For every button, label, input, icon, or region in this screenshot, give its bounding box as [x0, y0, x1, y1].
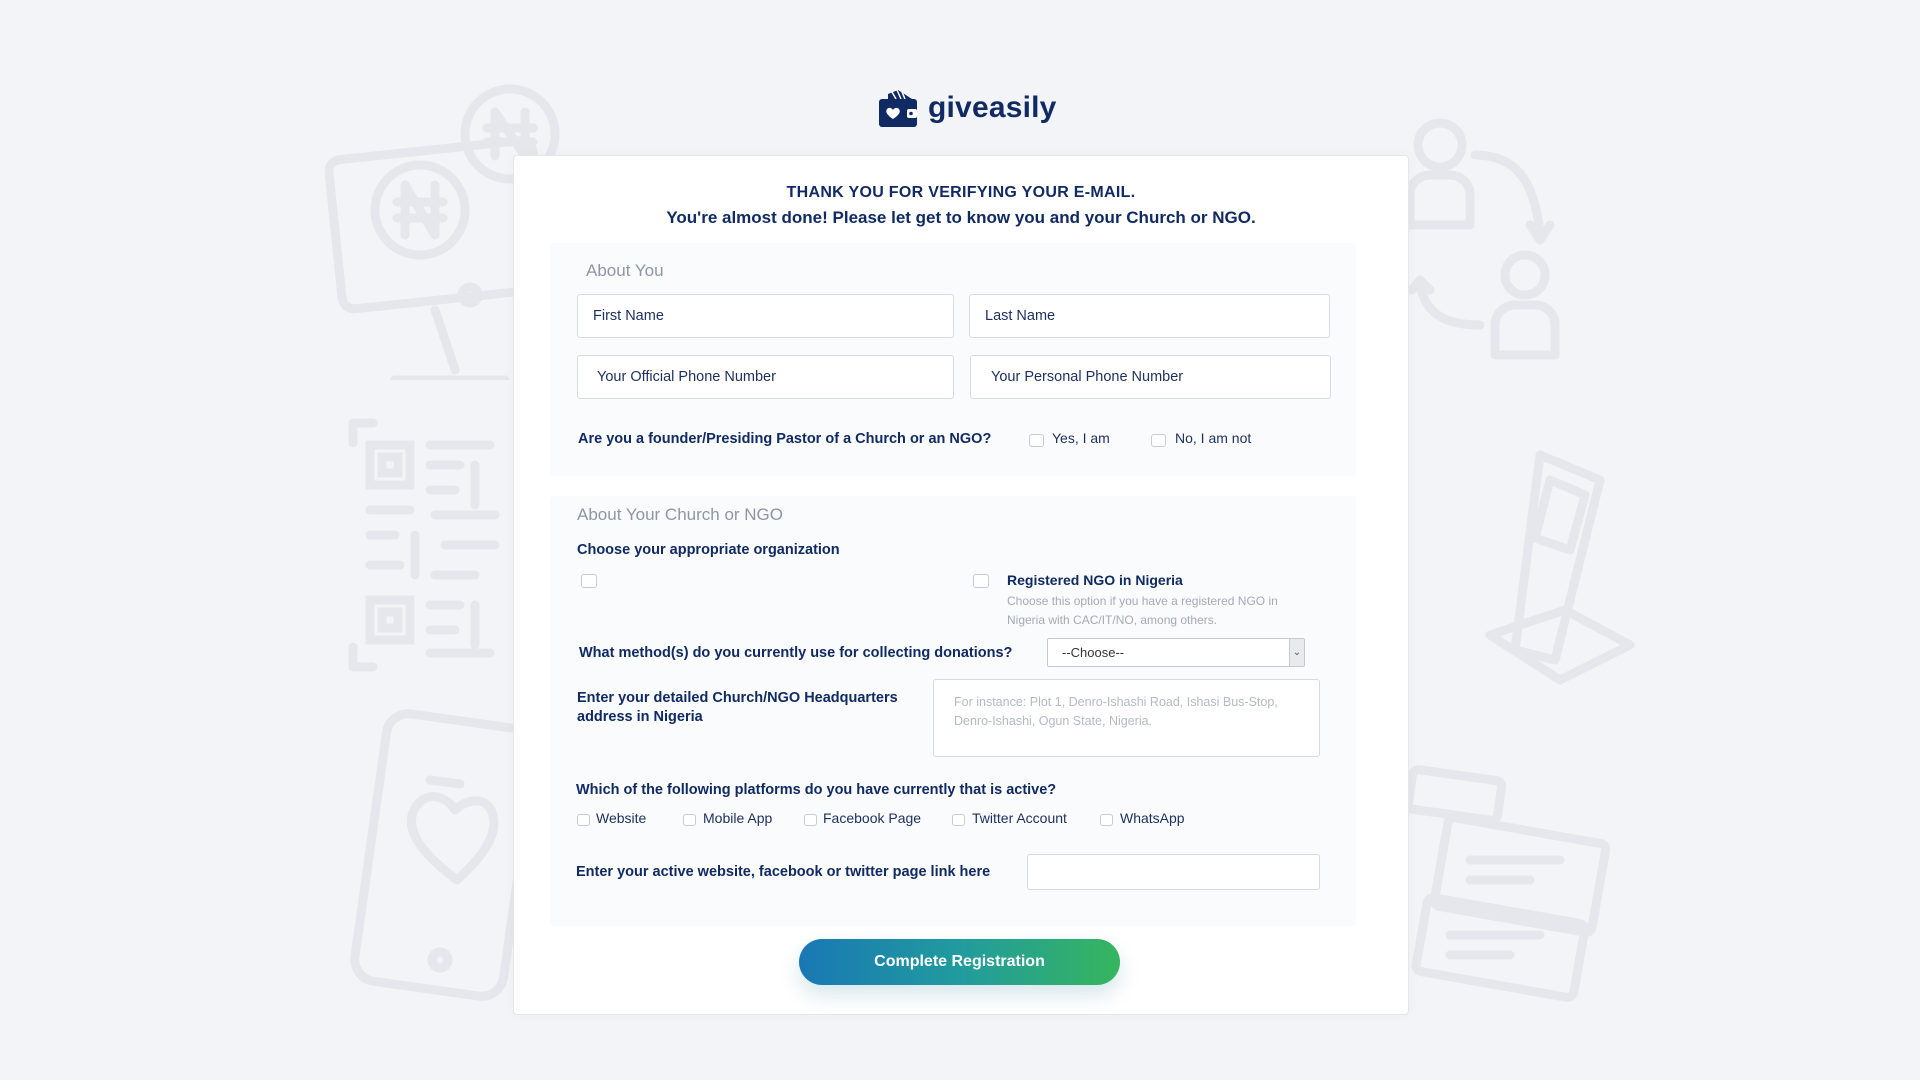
- church-option-checkbox[interactable]: [581, 574, 597, 588]
- address-textarea[interactable]: For instance: Plot 1, Denro-Ishashi Road…: [933, 679, 1320, 757]
- ngo-option-hint: Choose this option if you have a registe…: [1007, 594, 1278, 627]
- users-transfer-icon: [1405, 118, 1560, 360]
- about-you-section: About You First Name Last Name Your Offi…: [550, 243, 1356, 476]
- registration-card: THANK YOU FOR VERIFYING YOUR E-MAIL. You…: [513, 155, 1409, 1015]
- platform-facebook-checkbox[interactable]: [804, 814, 817, 826]
- ngo-option-checkbox[interactable]: [973, 574, 989, 588]
- receipt-icon: [1395, 765, 1611, 1005]
- platform-website-label[interactable]: Website: [596, 810, 646, 826]
- founder-yes-label[interactable]: Yes, I am: [1052, 430, 1110, 446]
- founder-question: Are you a founder/Presiding Pastor of a …: [578, 431, 992, 447]
- qr-code-icon: [348, 418, 500, 672]
- official-phone-input[interactable]: Your Official Phone Number: [577, 355, 954, 399]
- donation-method-select[interactable]: --Choose-- ⌄: [1047, 638, 1305, 667]
- last-name-input[interactable]: Last Name: [969, 294, 1330, 338]
- platform-whatsapp-checkbox[interactable]: [1100, 814, 1113, 826]
- thank-you-heading: THANK YOU FOR VERIFYING YOUR E-MAIL.: [786, 184, 1136, 201]
- about-org-section: About Your Church or NGO Choose your app…: [550, 496, 1356, 926]
- page-link-input[interactable]: [1027, 854, 1320, 890]
- platform-mobile-app-checkbox[interactable]: [683, 814, 696, 826]
- founder-no-checkbox[interactable]: [1151, 434, 1166, 447]
- platform-twitter-checkbox[interactable]: [952, 814, 965, 826]
- address-label: Enter your detailed Church/NGO Headquart…: [577, 690, 898, 725]
- complete-registration-button[interactable]: Complete Registration: [799, 939, 1120, 985]
- brand-name: giveasily: [928, 91, 1057, 124]
- founder-yes-checkbox[interactable]: [1029, 434, 1044, 447]
- platform-whatsapp-label[interactable]: WhatsApp: [1120, 810, 1185, 826]
- first-name-input[interactable]: First Name: [577, 294, 954, 338]
- phone-heart-icon: [350, 709, 535, 1001]
- platform-mobile-app-label[interactable]: Mobile App: [703, 810, 772, 826]
- chevron-down-icon[interactable]: ⌄: [1289, 639, 1304, 666]
- platforms-question: Which of the following platforms do you …: [576, 782, 1057, 798]
- platform-website-checkbox[interactable]: [577, 814, 590, 826]
- kiosk-icon: [1485, 450, 1635, 685]
- brand[interactable]: giveasily: [878, 88, 1057, 128]
- choose-org-label: Choose your appropriate organization: [577, 542, 840, 558]
- platform-facebook-label[interactable]: Facebook Page: [823, 810, 921, 826]
- almost-done-subheading: You're almost done! Please let get to kn…: [666, 208, 1256, 227]
- platform-twitter-label[interactable]: Twitter Account: [972, 810, 1067, 826]
- personal-phone-input[interactable]: Your Personal Phone Number: [970, 355, 1331, 399]
- ngo-option-title[interactable]: Registered NGO in Nigeria: [1007, 572, 1183, 588]
- about-org-title: About Your Church or NGO: [577, 505, 784, 524]
- donation-method-value: --Choose--: [1062, 645, 1125, 660]
- founder-no-label[interactable]: No, I am not: [1175, 430, 1251, 446]
- about-you-title: About You: [586, 261, 664, 280]
- donation-method-question: What method(s) do you currently use for …: [579, 645, 1013, 661]
- link-label: Enter your active website, facebook or t…: [576, 864, 991, 880]
- wallet-heart-icon: [879, 89, 917, 127]
